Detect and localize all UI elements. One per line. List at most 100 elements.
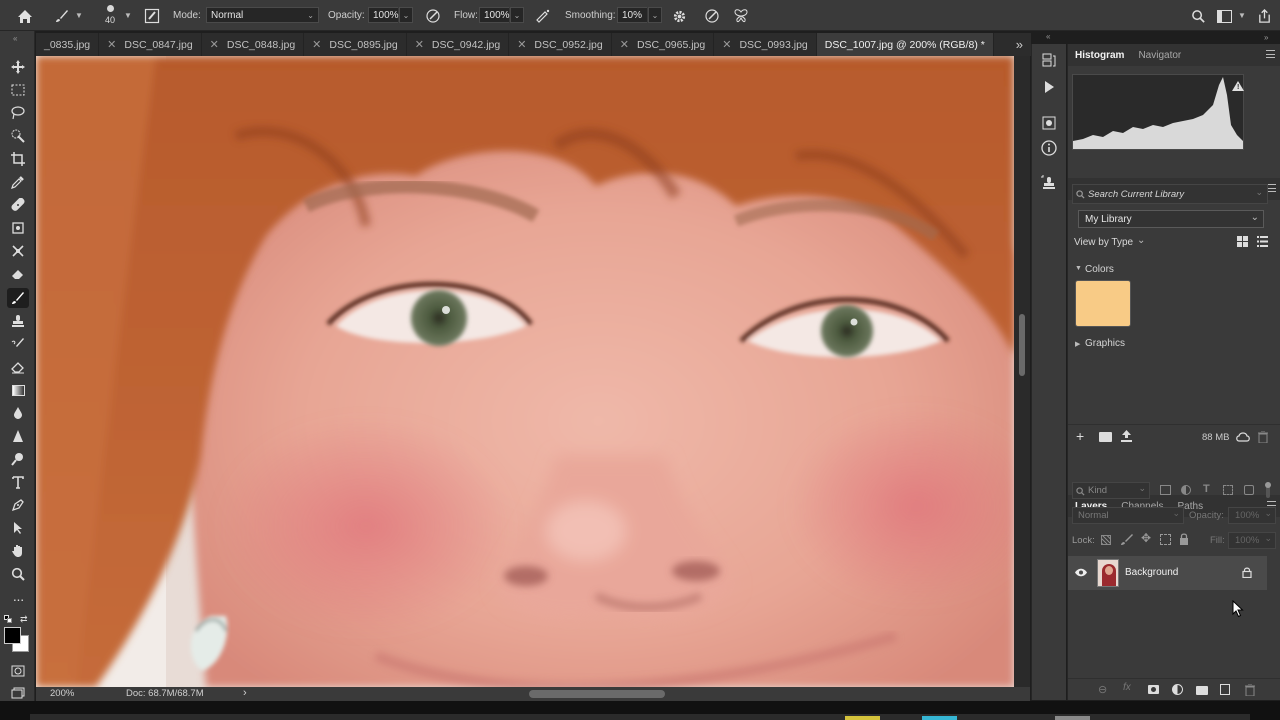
- collapse-panels-icon[interactable]: »: [1264, 33, 1268, 42]
- add-icon[interactable]: +: [1076, 428, 1084, 444]
- close-icon[interactable]: ✕: [210, 38, 219, 51]
- vertical-scrollbar[interactable]: [1014, 56, 1030, 687]
- brush-size-picker[interactable]: 40: [100, 3, 120, 29]
- horizontal-scroll-thumb[interactable]: [529, 690, 665, 698]
- dock-app-icon[interactable]: [1055, 716, 1090, 720]
- layer-row[interactable]: Background: [1068, 556, 1267, 590]
- gear-icon[interactable]: [669, 6, 689, 26]
- close-icon[interactable]: ✕: [620, 38, 629, 51]
- actions-play-icon[interactable]: [1040, 78, 1060, 98]
- history-panel-icon[interactable]: [1040, 52, 1060, 72]
- dodge-tool-icon[interactable]: [7, 449, 29, 469]
- flow-slider-toggle[interactable]: ⌄: [510, 7, 524, 23]
- shape-filter-icon[interactable]: [1223, 485, 1233, 495]
- mode-select[interactable]: Normal ⌄: [206, 7, 319, 23]
- document-tab[interactable]: ✕ DSC_0993.jpg: [714, 33, 817, 56]
- opacity-slider-toggle[interactable]: ⌄: [399, 7, 413, 23]
- smoothing-input[interactable]: 10%: [617, 7, 647, 23]
- pen-tool-icon[interactable]: [7, 495, 29, 515]
- tab-navigator[interactable]: Navigator: [1131, 44, 1188, 66]
- airbrush-icon[interactable]: [533, 6, 553, 26]
- sharpen-tool-icon[interactable]: [7, 426, 29, 446]
- clone-stamp-tool-icon[interactable]: [7, 218, 29, 238]
- link-layers-icon[interactable]: ⊖: [1098, 683, 1107, 696]
- document-tab[interactable]: ✕ DSC_0952.jpg: [509, 33, 612, 56]
- library-search-input[interactable]: Search Current Library ⌄: [1072, 184, 1268, 204]
- tabs-overflow-icon[interactable]: »: [1008, 37, 1031, 52]
- eraser-tool-icon[interactable]: [7, 264, 29, 284]
- symmetry-butterfly-icon[interactable]: [731, 6, 751, 26]
- hand-tool-icon[interactable]: [7, 541, 29, 561]
- chevron-down-icon[interactable]: ▼: [75, 11, 83, 20]
- upload-icon[interactable]: [1121, 430, 1132, 442]
- smoothing-slider-toggle[interactable]: ⌄: [648, 7, 662, 23]
- status-menu-arrow-icon[interactable]: ›: [243, 687, 247, 699]
- flow-input[interactable]: 100%: [479, 7, 510, 23]
- workspace-icon[interactable]: [1214, 6, 1234, 26]
- blur-tool-icon[interactable]: [7, 403, 29, 423]
- document-tab-active[interactable]: DSC_1007.jpg @ 200% (RGB/8) *: [816, 33, 994, 56]
- lasso-tool-icon[interactable]: [7, 103, 29, 123]
- opacity-input[interactable]: 100%: [368, 7, 399, 23]
- delete-layer-icon[interactable]: [1245, 683, 1255, 697]
- disclosure-closed-icon[interactable]: ▶: [1075, 340, 1080, 348]
- document-tab[interactable]: ✕ DSC_0848.jpg: [202, 33, 305, 56]
- marquee-tool-icon[interactable]: [7, 80, 29, 100]
- dock-app-icon[interactable]: [845, 716, 880, 720]
- swap-colors-icon[interactable]: ⇄: [20, 614, 28, 625]
- tab-histogram[interactable]: Histogram: [1068, 44, 1131, 66]
- lock-icon[interactable]: [1242, 567, 1252, 579]
- brush-tool-icon[interactable]: [7, 288, 29, 308]
- brush-tool-preset-icon[interactable]: [52, 6, 72, 26]
- close-icon[interactable]: ✕: [415, 38, 424, 51]
- gradient-tool-icon[interactable]: [7, 380, 29, 400]
- vertical-scroll-thumb[interactable]: [1019, 314, 1025, 376]
- quick-mask-icon[interactable]: [7, 661, 29, 681]
- background-eraser-tool-icon[interactable]: [7, 357, 29, 377]
- pressure-size-icon[interactable]: [702, 6, 722, 26]
- screen-mode-icon[interactable]: [7, 683, 29, 703]
- close-icon[interactable]: ✕: [312, 38, 321, 51]
- zoom-tool-icon[interactable]: [7, 564, 29, 584]
- eyedropper-tool-icon[interactable]: [7, 172, 29, 192]
- library-color-swatch[interactable]: [1075, 280, 1131, 327]
- adjustment-layer-icon[interactable]: [1172, 684, 1183, 695]
- lock-artboard-icon[interactable]: [1160, 534, 1171, 545]
- lock-transparent-icon[interactable]: [1101, 535, 1111, 545]
- adjustment-filter-icon[interactable]: [1181, 485, 1191, 495]
- layer-kind-filter[interactable]: Kind ⌄: [1072, 482, 1150, 499]
- search-icon[interactable]: [1188, 6, 1208, 26]
- type-tool-icon[interactable]: [7, 472, 29, 492]
- panel-menu-icon[interactable]: [1266, 50, 1275, 58]
- smart-object-filter-icon[interactable]: [1244, 485, 1254, 495]
- crop-tool-icon[interactable]: [7, 149, 29, 169]
- properties-panel-icon[interactable]: [1040, 114, 1060, 134]
- filter-toggle[interactable]: [1261, 482, 1275, 498]
- document-tab[interactable]: ✕ DSC_0895.jpg: [304, 33, 407, 56]
- lock-position-icon[interactable]: ✥: [1141, 531, 1151, 545]
- lock-all-icon[interactable]: [1179, 533, 1189, 545]
- document-tab[interactable]: ✕ DSC_0965.jpg: [612, 33, 715, 56]
- art-history-brush-tool-icon[interactable]: [7, 334, 29, 354]
- view-by-type[interactable]: View by Type: [1074, 237, 1133, 248]
- new-layer-icon[interactable]: [1220, 684, 1230, 695]
- image-canvas[interactable]: [36, 56, 1014, 687]
- healing-brush-tool-icon[interactable]: [7, 195, 29, 215]
- history-brush-tool-icon[interactable]: [7, 241, 29, 261]
- document-tab[interactable]: ✕ DSC_0942.jpg: [407, 33, 510, 56]
- fx-icon[interactable]: fx: [1123, 682, 1131, 693]
- lock-pixels-brush-icon[interactable]: [1121, 533, 1133, 545]
- folder-icon[interactable]: [1099, 432, 1112, 442]
- clone-source-icon[interactable]: [1040, 174, 1060, 194]
- dock-app-icon[interactable]: [922, 716, 957, 720]
- layer-opacity-input[interactable]: 100% ⌄: [1228, 507, 1276, 524]
- grid-view-icon[interactable]: [1237, 236, 1248, 247]
- disclosure-open-icon[interactable]: ▼: [1075, 265, 1082, 272]
- default-colors-icon[interactable]: [4, 615, 13, 624]
- blend-mode-select[interactable]: Normal ⌄: [1072, 507, 1184, 524]
- layer-name[interactable]: Background: [1125, 567, 1178, 578]
- foreground-color-swatch[interactable]: [4, 627, 21, 644]
- document-tab[interactable]: _0835.jpg: [36, 33, 100, 56]
- close-icon[interactable]: ✕: [722, 38, 731, 51]
- move-tool-icon[interactable]: [7, 57, 29, 77]
